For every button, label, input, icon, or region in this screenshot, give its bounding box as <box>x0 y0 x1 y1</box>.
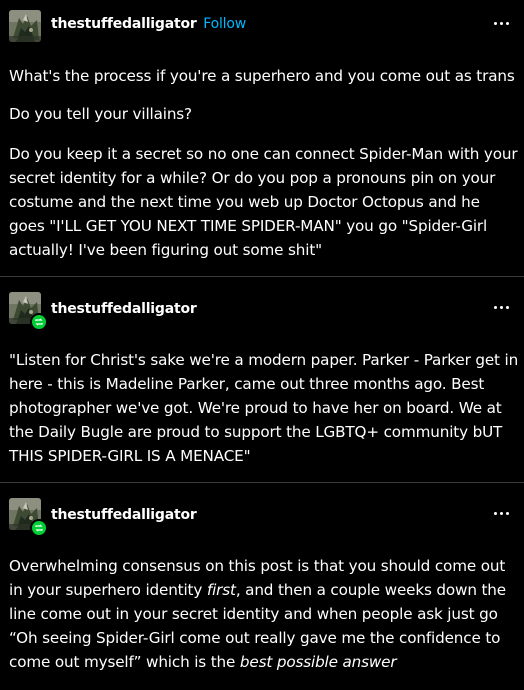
ellipsis-icon[interactable] <box>488 300 514 314</box>
post-3-body: Overwhelming consensus on this post is t… <box>9 554 519 674</box>
post-1-body: What's the process if you're a superhero… <box>9 64 519 88</box>
ellipsis-icon[interactable] <box>488 16 514 30</box>
post-2-body: "Listen for Christ's sake we're a modern… <box>9 348 519 468</box>
post-paragraph: What's the process if you're a superhero… <box>9 67 515 85</box>
post-text-emphasis: best possible answer <box>239 653 397 671</box>
username[interactable]: thestuffedalligator Follow <box>51 16 246 32</box>
username[interactable]: thestuffedalligator <box>51 301 197 317</box>
username[interactable]: thestuffedalligator <box>51 507 197 523</box>
username-label[interactable]: thestuffedalligator <box>51 16 197 32</box>
post-paragraph: "Listen for Christ's sake we're a modern… <box>9 351 519 465</box>
reblog-icon <box>30 519 48 537</box>
post-paragraph: Do you tell your villains? <box>9 105 192 123</box>
post-text-emphasis: first <box>206 581 236 599</box>
post-1-body: Do you keep it a secret so no one can co… <box>9 142 519 262</box>
avatar[interactable] <box>9 10 41 42</box>
divider <box>0 276 524 277</box>
ellipsis-icon[interactable] <box>488 506 514 520</box>
post-paragraph: Do you keep it a secret so no one can co… <box>9 145 518 259</box>
username-label[interactable]: thestuffedalligator <box>51 301 197 317</box>
divider <box>0 482 524 483</box>
reblog-icon <box>30 313 48 331</box>
post-paragraph: Overwhelming consensus on this post is t… <box>9 554 519 674</box>
post-1-body: Do you tell your villains? <box>9 102 519 126</box>
username-label[interactable]: thestuffedalligator <box>51 507 197 523</box>
follow-button[interactable]: Follow <box>203 16 246 32</box>
